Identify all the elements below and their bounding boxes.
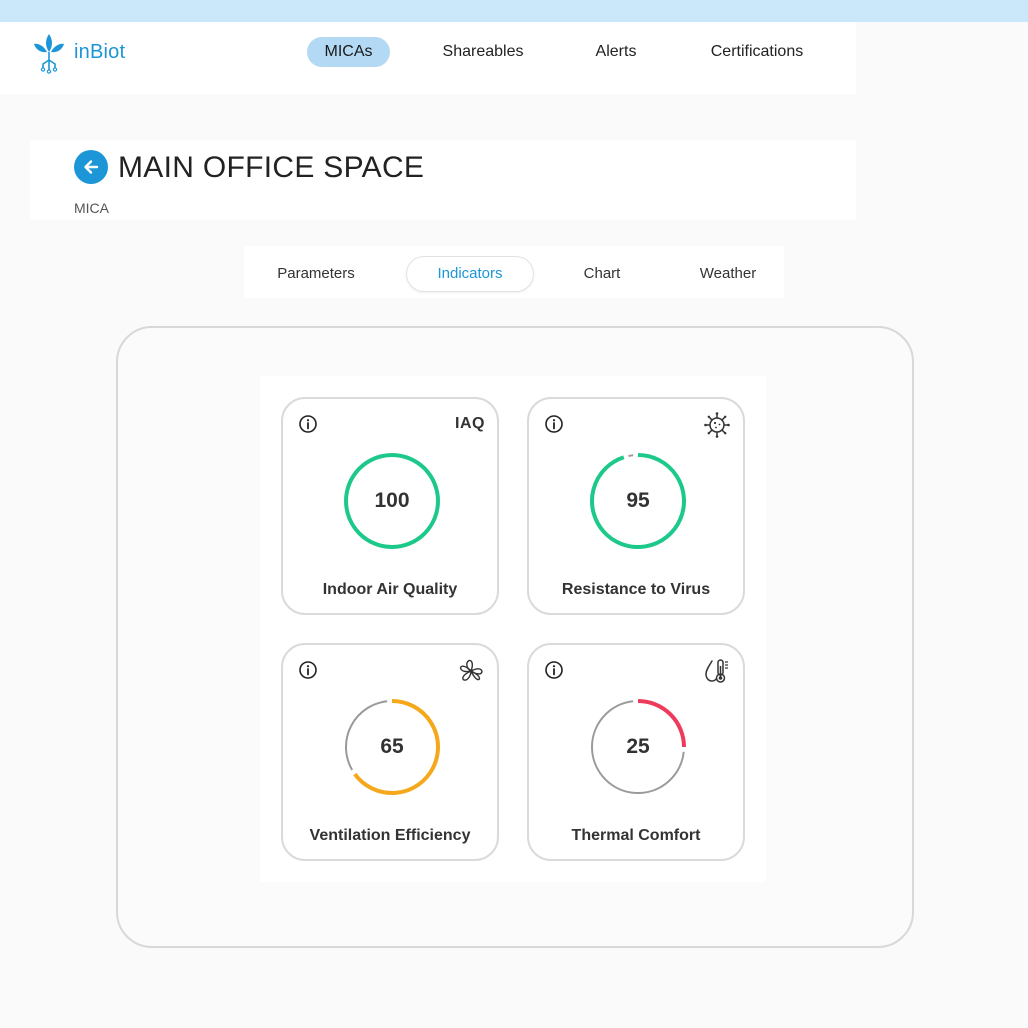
nav-item-alerts[interactable]: Alerts <box>580 37 652 67</box>
tab-indicators[interactable]: Indicators <box>407 257 533 291</box>
inbiot-logo-icon <box>34 34 64 74</box>
tab-parameters[interactable]: Parameters <box>264 257 368 291</box>
gauge-value: 65 <box>380 735 404 758</box>
indicator-card-iaq[interactable]: IAQ 100 Indoor Air Quality <box>281 397 499 615</box>
indicator-label: Ventilation Efficiency <box>309 827 471 844</box>
virus-icon <box>704 412 730 438</box>
info-icon[interactable] <box>298 660 318 680</box>
indicator-label: Indoor Air Quality <box>322 581 458 598</box>
page-subtitle: MICA <box>74 200 109 216</box>
top-strip <box>0 0 1028 22</box>
gauge-value: 95 <box>626 489 650 512</box>
info-icon[interactable] <box>544 660 564 680</box>
iaq-badge: IAQ <box>455 415 485 432</box>
nav-item-shareables[interactable]: Shareables <box>433 37 533 67</box>
tab-weather[interactable]: Weather <box>684 257 772 291</box>
arrow-left-icon <box>84 160 99 174</box>
nav-item-micas[interactable]: MICAs <box>307 37 390 67</box>
thermometer-drop-icon <box>705 659 728 683</box>
tab-chart[interactable]: Chart <box>564 257 640 291</box>
tab-bar: Parameters Indicators Chart Weather <box>244 246 784 298</box>
indicator-card-ventilation[interactable]: 65 Ventilation Efficiency <box>281 643 499 861</box>
info-icon[interactable] <box>298 414 318 434</box>
gauge-value: 25 <box>626 735 650 758</box>
indicator-card-thermal[interactable]: 25 Thermal Comfort <box>527 643 745 861</box>
nav-item-certifications[interactable]: Certifications <box>697 37 817 67</box>
page-header: MAIN OFFICE SPACE MICA <box>30 140 856 220</box>
info-icon[interactable] <box>544 414 564 434</box>
navbar: inBiot MICAs Shareables Alerts Certifica… <box>0 22 856 94</box>
indicator-card-virus[interactable]: 95 Resistance to Virus <box>527 397 745 615</box>
logo[interactable]: inBiot <box>30 30 125 74</box>
back-button[interactable] <box>74 150 108 184</box>
logo-text: inBiot <box>74 40 126 63</box>
page-title: MAIN OFFICE SPACE <box>118 151 425 184</box>
gauge-value: 100 <box>374 489 410 512</box>
indicator-label: Thermal Comfort <box>571 827 701 844</box>
fan-icon <box>459 659 483 681</box>
indicator-label: Resistance to Virus <box>561 581 711 598</box>
